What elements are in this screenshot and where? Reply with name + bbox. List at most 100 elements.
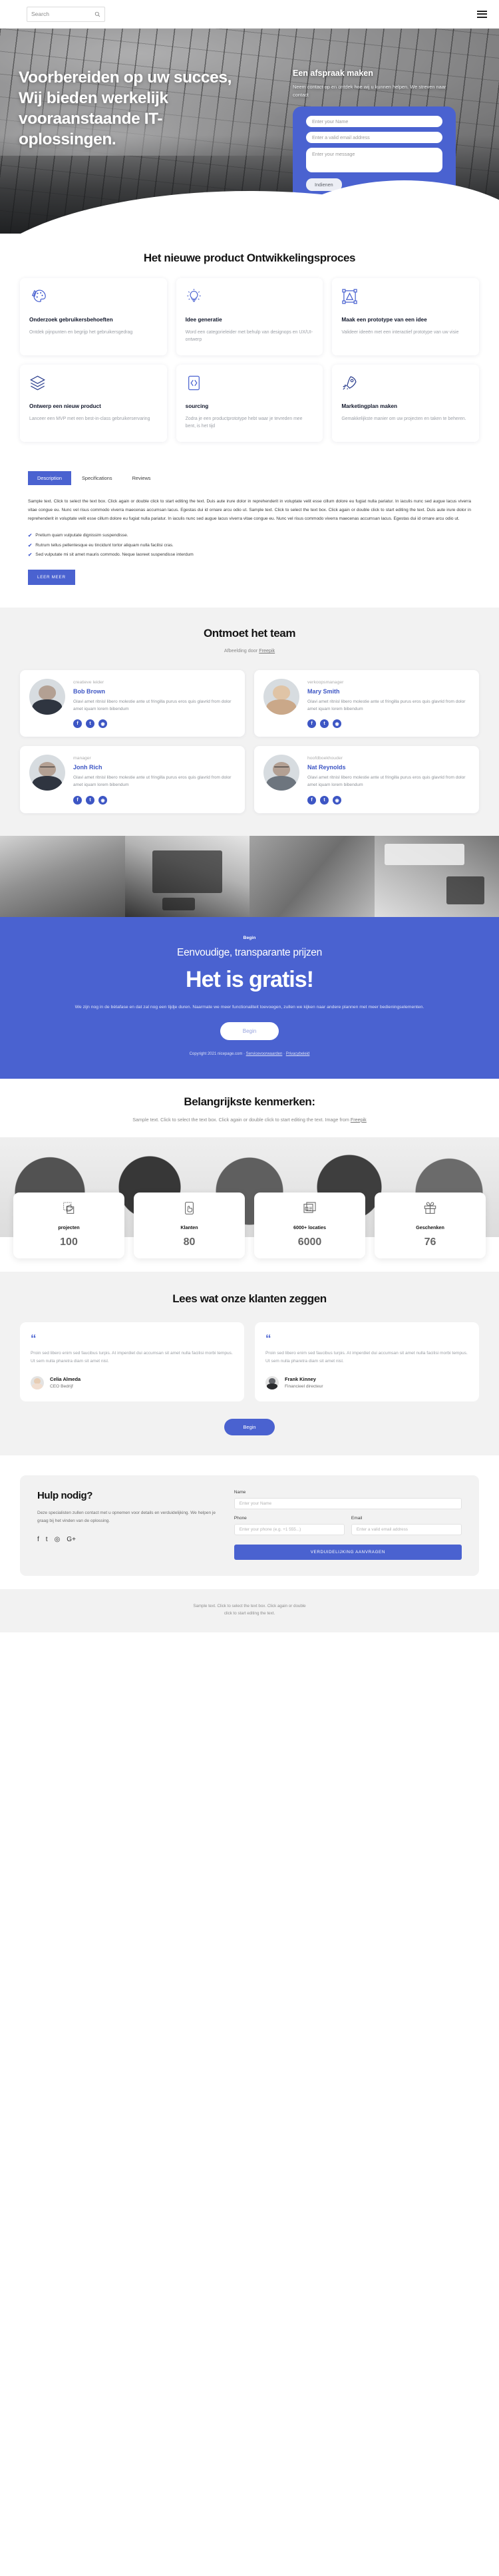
- list-item: ✔ Rutrum tellus pellentesque eu tincidunt…: [28, 541, 471, 551]
- instagram-icon[interactable]: ◉: [98, 796, 107, 805]
- instagram-icon[interactable]: ◉: [333, 719, 341, 729]
- process-card-text: Gemakkelijkste manier om uw projecten en…: [341, 416, 466, 421]
- strip-image-1: [0, 836, 125, 918]
- testimonial-grid: “ Proin sed libero enim sed faucibus tur…: [20, 1322, 479, 1401]
- features-title: Belangrijkste kenmerken:: [184, 1095, 315, 1109]
- member-name: Mary Smith: [307, 687, 340, 695]
- freepik-link[interactable]: Freepik: [259, 647, 275, 653]
- process-card-title: Idee generatie: [185, 317, 222, 323]
- twitter-icon[interactable]: t: [86, 796, 94, 805]
- testimonial-role: Financieel directeur: [285, 1384, 323, 1389]
- facebook-icon[interactable]: f: [307, 719, 316, 729]
- team-card-grid: creatieve leider Bob Brown Glavi amet ri…: [20, 669, 479, 814]
- counter-label: Geschenken: [416, 1224, 444, 1231]
- prototype-frame-icon: [342, 289, 357, 305]
- process-card[interactable]: Maak een prototype van een idee Valideer…: [332, 278, 479, 356]
- counter-value: 100: [60, 1236, 78, 1248]
- tab-specifications[interactable]: Specifications: [73, 471, 122, 485]
- facebook-icon[interactable]: f: [73, 719, 82, 729]
- lightbulb-icon: [187, 289, 201, 302]
- twitter-icon[interactable]: t: [320, 796, 329, 805]
- member-role: verkoopsmanager: [307, 679, 344, 685]
- process-card-text: Lanceer een MVP met een best-in-class ge…: [29, 416, 150, 421]
- member-role: manager: [73, 756, 91, 761]
- process-card-grid: Onderzoek gebruikersbehoeften Ontdek pij…: [20, 278, 479, 443]
- process-card[interactable]: Idee generatie Word een categorieleider …: [176, 278, 323, 356]
- testimonial-author: Celia Almeda: [50, 1376, 81, 1383]
- avatar: [265, 1376, 279, 1389]
- email-field[interactable]: Enter a valid email address: [351, 1523, 462, 1535]
- testimonial-author: Frank Kinney: [285, 1376, 316, 1383]
- tab-bar: Description Specifications Reviews: [28, 471, 471, 486]
- features-section: Belangrijkste kenmerken: Sample text. Cl…: [0, 1079, 499, 1259]
- instagram-icon[interactable]: ◎: [55, 1536, 61, 1543]
- process-card-text: Ontdek pijnpunten en begrijp het gebruik…: [29, 329, 133, 335]
- google-plus-icon[interactable]: G+: [67, 1536, 76, 1543]
- avatar: [29, 678, 65, 715]
- instagram-icon[interactable]: ◉: [333, 796, 341, 805]
- news-cards-icon: [303, 1202, 316, 1213]
- process-card-title: Ontwerp een nieuw product: [29, 403, 101, 410]
- name-label: Name: [234, 1489, 246, 1495]
- process-card[interactable]: sourcing Zodra je een productprototype h…: [176, 365, 323, 443]
- facebook-icon[interactable]: f: [37, 1536, 39, 1543]
- tab-description[interactable]: Description: [28, 471, 71, 486]
- process-card[interactable]: Ontwerp een nieuw product Lanceer een MV…: [20, 365, 167, 443]
- counter-card: Klanten 80: [134, 1193, 245, 1259]
- member-bio: Glavi amet ritnisl libero molestie ante …: [307, 699, 466, 711]
- twitter-icon[interactable]: t: [320, 719, 329, 729]
- rocket-icon: [343, 376, 357, 390]
- contact-form: Name Enter your Name Phone Enter your ph…: [234, 1490, 462, 1560]
- pricing-section: Begin Eenvoudige, transparante prijzen H…: [0, 917, 499, 1079]
- design-select-icon: [63, 1202, 75, 1214]
- contact-submit-button[interactable]: VERDUIDELIJKING AANVRAGEN: [234, 1544, 462, 1560]
- phone-field[interactable]: Enter your phone (e.g. +1 555...): [234, 1523, 345, 1535]
- counter-card: 6000+ locaties 6000: [254, 1193, 365, 1259]
- learn-more-button[interactable]: LEER MEER: [28, 570, 75, 585]
- quote-mark-icon: “: [265, 1332, 271, 1345]
- team-member-card: manager Jonh Rich Glavi amet ritnisl lib…: [20, 746, 245, 814]
- freepik-link[interactable]: Freepik: [351, 1117, 367, 1123]
- process-card[interactable]: Marketingplan maken Gemakkelijkste manie…: [332, 365, 479, 443]
- name-field[interactable]: Enter your Name: [234, 1497, 462, 1509]
- member-name: Nat Reynolds: [307, 764, 346, 771]
- photo-strip: [0, 836, 499, 918]
- testimonials-section: Lees wat onze klanten zeggen “ Proin sed…: [0, 1272, 499, 1455]
- pricing-cta-button[interactable]: Begin: [220, 1022, 279, 1041]
- member-role: creatieve leider: [73, 679, 104, 685]
- pricing-description: We zijn nog in de bètafase en dat zal no…: [75, 1005, 424, 1010]
- team-member-card: hoofdboekhouder Nat Reynolds Glavi amet …: [254, 746, 479, 814]
- twitter-icon[interactable]: t: [86, 719, 94, 729]
- testimonials-cta-button[interactable]: Begin: [224, 1418, 275, 1435]
- hero-section: Voorbereiden op uw succes, Wij bieden we…: [0, 29, 499, 234]
- counter-value: 80: [183, 1236, 196, 1248]
- search-placeholder: Search: [31, 11, 49, 17]
- member-socials: f t ◉: [73, 719, 236, 729]
- search-input[interactable]: Search: [27, 6, 105, 22]
- terms-link[interactable]: Servicevoorwaarden: [246, 1052, 283, 1056]
- facebook-icon[interactable]: f: [307, 796, 316, 805]
- counter-label: 6000+ locaties: [293, 1224, 326, 1231]
- twitter-icon[interactable]: t: [46, 1536, 48, 1543]
- facebook-icon[interactable]: f: [73, 796, 82, 805]
- gift-icon: [424, 1202, 436, 1214]
- layers-icon: [30, 375, 45, 391]
- counter-card: projecten 100: [13, 1193, 124, 1259]
- list-item-label: Sed vulputate mi sit amet mauris commodo…: [35, 552, 194, 558]
- hero-name-input[interactable]: Enter your Name: [306, 116, 442, 128]
- hamburger-menu-icon[interactable]: [477, 10, 487, 18]
- features-background-image: projecten 100 Klanten 80 6000+ locaties …: [0, 1137, 499, 1259]
- process-card-title: Onderzoek gebruikersbehoeften: [29, 317, 113, 323]
- instagram-icon[interactable]: ◉: [98, 719, 107, 729]
- hero-email-input[interactable]: Enter a valid email address: [306, 132, 442, 144]
- tab-reviews[interactable]: Reviews: [123, 471, 160, 485]
- hero-message-textarea[interactable]: Enter your message: [306, 148, 442, 173]
- testimonials-title: Lees wat onze klanten zeggen: [172, 1292, 327, 1306]
- testimonial-role: CEO Bedrijf: [50, 1384, 73, 1389]
- contact-section: Hulp nodig? Deze specialisten zullen con…: [0, 1455, 499, 1589]
- contact-title: Hulp nodig?: [37, 1489, 93, 1501]
- testimonial-text: Proin sed libero enim sed faucibus turpi…: [265, 1350, 468, 1364]
- privacy-link[interactable]: Privacybeleid: [286, 1052, 310, 1056]
- footer-line-1: Sample text. Click to select the text bo…: [193, 1603, 306, 1608]
- process-card[interactable]: Onderzoek gebruikersbehoeften Ontdek pij…: [20, 278, 167, 356]
